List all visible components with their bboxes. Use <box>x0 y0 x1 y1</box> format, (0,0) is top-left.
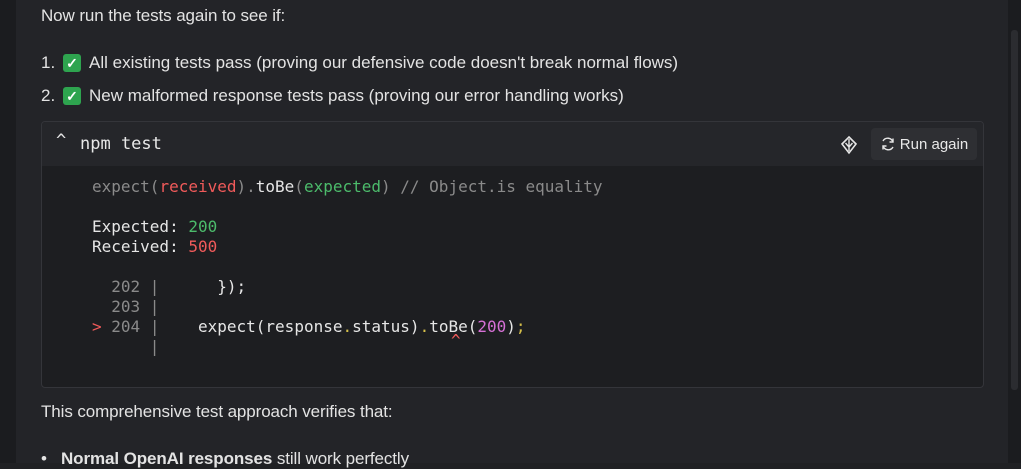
list-number: 2. <box>41 86 56 105</box>
error-pointer: ^ <box>451 331 461 350</box>
scrollbar-thumb[interactable] <box>1011 30 1018 390</box>
code-line: 202 | }); <box>111 277 247 296</box>
check-icon: ✓ <box>63 87 81 105</box>
expected-line: Expected: 200 <box>92 217 218 236</box>
left-gutter <box>0 0 16 463</box>
received-line: Received: 500 <box>92 237 218 256</box>
bullet-item: • Normal OpenAI responses still work perf… <box>41 449 409 468</box>
list-item-text: All existing tests pass (proving our def… <box>89 53 679 72</box>
intro-text: Now run the tests again to see if: <box>41 6 286 25</box>
run-again-button[interactable]: Run again <box>871 128 977 160</box>
list-number: 1. <box>41 53 56 72</box>
expect-line: expect(received).toBe(expected) // Objec… <box>92 177 603 196</box>
terminal-header: ^ npm test Run again <box>42 122 983 166</box>
terminal-block: ^ npm test Run again expect(received).to… <box>41 121 984 388</box>
refresh-icon <box>882 137 894 151</box>
summary-text: This comprehensive test approach verifie… <box>41 402 393 421</box>
list-item-text: New malformed response tests pass (provi… <box>89 86 624 105</box>
terminal-title: npm test <box>80 134 162 154</box>
list-item: 2. ✓ New malformed response tests pass (… <box>41 86 624 106</box>
check-icon: ✓ <box>63 54 81 72</box>
code-line: | <box>149 337 160 356</box>
code-line: 203 | <box>111 297 160 316</box>
list-item: 1. ✓ All existing tests pass (proving ou… <box>41 53 678 73</box>
bullet-bold: Normal OpenAI responses <box>61 449 273 468</box>
run-again-label: Run again <box>899 135 969 153</box>
shell-icon[interactable] <box>839 135 859 155</box>
bullet-text: still work perfectly <box>272 449 409 468</box>
collapse-caret-icon[interactable]: ^ <box>56 131 66 151</box>
